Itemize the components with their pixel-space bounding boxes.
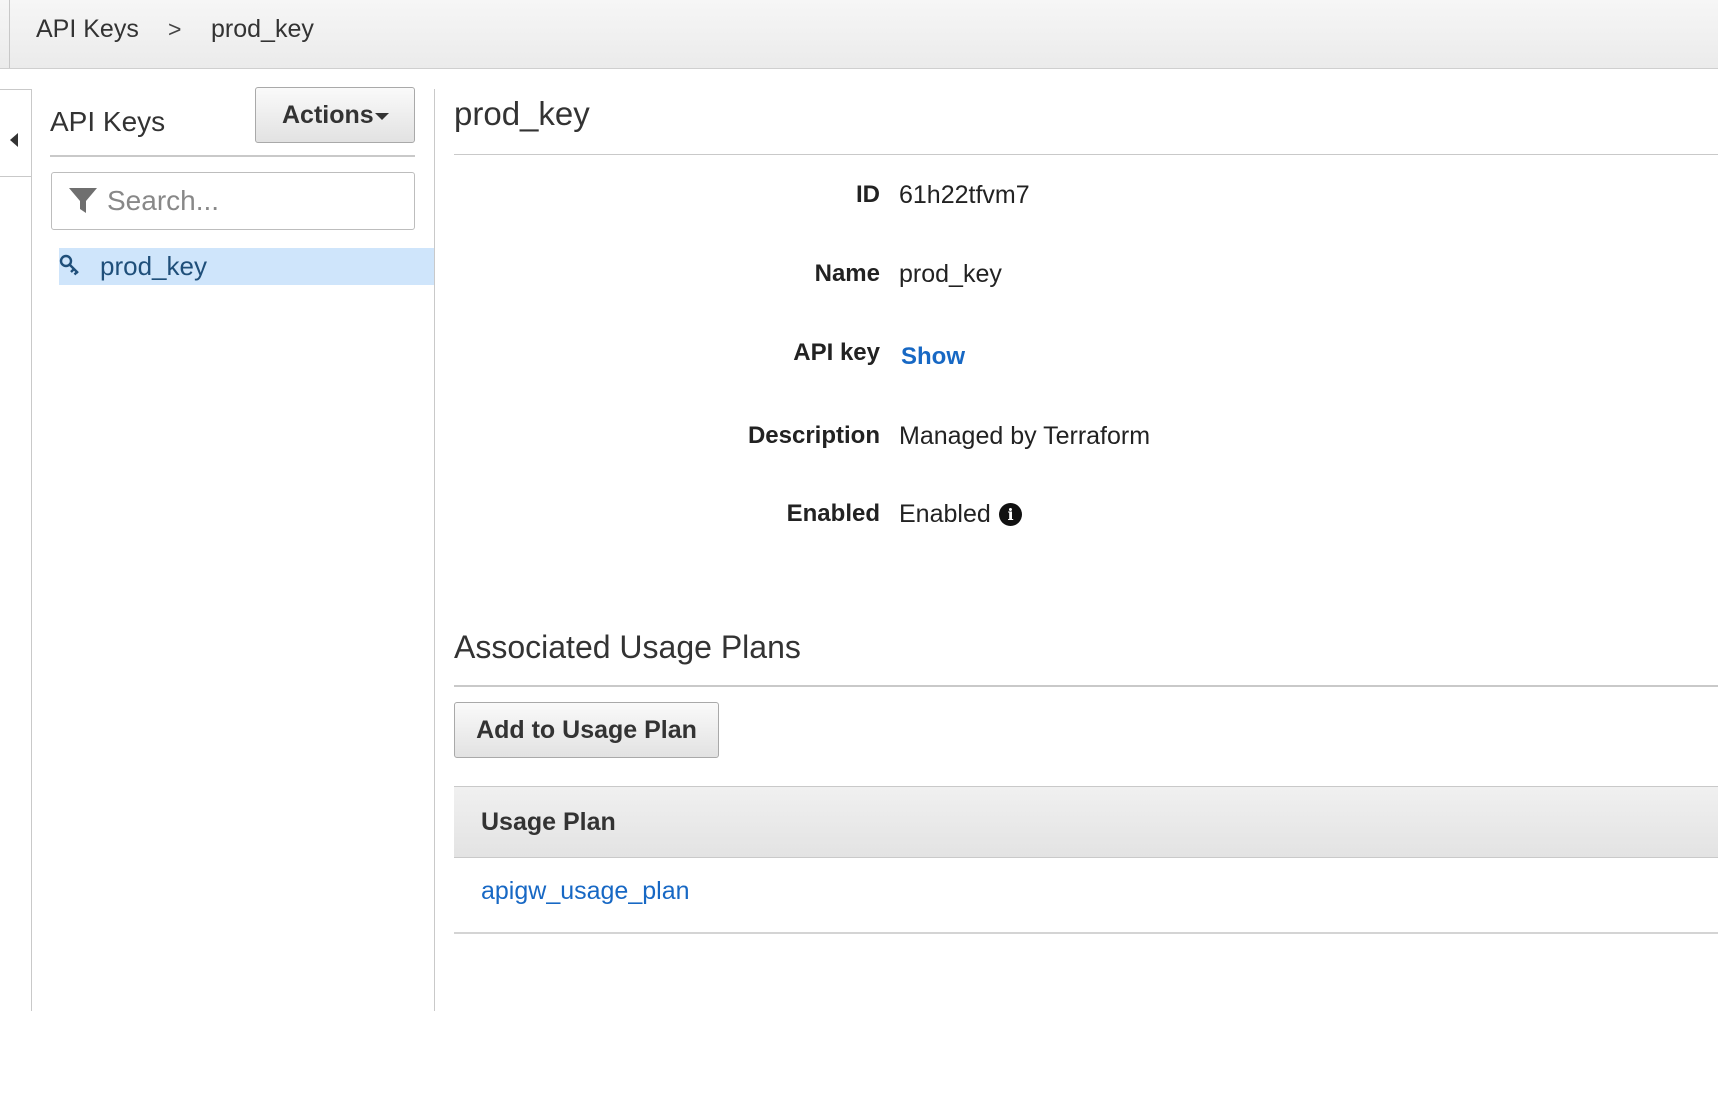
- panel-border-left: [31, 89, 32, 1011]
- breadcrumb-api-keys[interactable]: API Keys: [36, 15, 139, 44]
- column-header-usage-plan[interactable]: Usage Plan: [481, 808, 616, 837]
- sidebar-item-label: prod_key: [100, 251, 207, 281]
- usage-plan-link[interactable]: apigw_usage_plan: [481, 877, 690, 906]
- table-header: Usage Plan: [454, 786, 1718, 858]
- page-title: prod_key: [454, 95, 590, 132]
- filter-icon: [69, 188, 97, 213]
- breadcrumb-separator: >: [168, 16, 182, 42]
- caret-down-icon: [375, 113, 389, 120]
- breadcrumb-current: prod_key: [211, 15, 314, 43]
- panel-border-divider: [434, 89, 435, 1011]
- description-label: Description: [747, 422, 880, 449]
- info-icon[interactable]: i: [999, 503, 1022, 526]
- table-row: apigw_usage_plan: [454, 858, 1718, 934]
- usage-plan-table: Usage Plan apigw_usage_plan: [454, 786, 1718, 936]
- id-label: ID: [856, 181, 880, 208]
- actions-button[interactable]: Actions: [255, 87, 415, 143]
- key-icon: [59, 254, 79, 276]
- topbar-edge: [9, 0, 10, 68]
- sidebar-title: API Keys: [50, 106, 166, 137]
- enabled-value: Enabled: [899, 500, 991, 528]
- search-box[interactable]: [51, 172, 415, 230]
- caret-left-icon[interactable]: [10, 133, 18, 147]
- sidebar-divider: [50, 155, 415, 157]
- show-api-key-link[interactable]: Show: [901, 343, 965, 371]
- usage-plans-title: Associated Usage Plans: [454, 629, 801, 665]
- name-label: Name: [814, 260, 880, 287]
- usage-plans-divider: [454, 685, 1718, 687]
- search-input[interactable]: [107, 181, 407, 221]
- sidebar-item-prod-key[interactable]: prod_key: [59, 248, 434, 285]
- title-divider: [454, 154, 1718, 155]
- description-value: Managed by Terraform: [899, 422, 1151, 450]
- id-value: 61h22tfvm7: [899, 181, 1030, 209]
- breadcrumb-bar: API Keys > prod_key: [0, 0, 1718, 69]
- enabled-label: Enabled: [786, 500, 880, 527]
- name-value: prod_key: [899, 260, 1002, 288]
- api-key-label: API key: [793, 339, 880, 366]
- actions-button-label: Actions: [282, 101, 374, 129]
- add-to-usage-plan-button[interactable]: Add to Usage Plan: [454, 702, 719, 758]
